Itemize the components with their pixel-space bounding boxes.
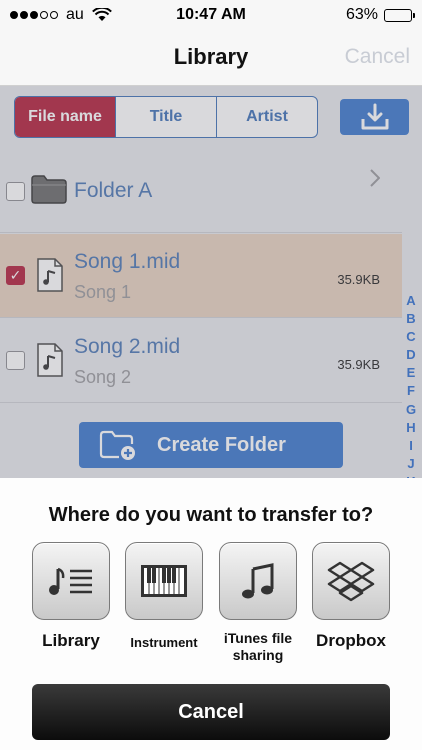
song-filename: Song 1.mid <box>74 250 181 273</box>
index-letter-j[interactable]: J <box>407 455 414 473</box>
song-filename: Song 2.mid <box>74 335 181 358</box>
library-music-icon <box>49 567 92 595</box>
signal-strength-icon <box>10 11 58 19</box>
list-item-folder[interactable]: Folder A <box>0 149 402 233</box>
row-checkbox[interactable] <box>6 182 25 201</box>
segment-file-name[interactable]: File name <box>15 97 115 137</box>
piano-keyboard-icon <box>141 565 187 597</box>
file-size: 35.9KB <box>337 357 380 372</box>
option-label: Dropbox <box>316 631 386 650</box>
wifi-icon <box>91 6 112 22</box>
index-letter-c[interactable]: C <box>406 328 415 346</box>
chevron-right-icon <box>370 169 380 187</box>
option-instrument[interactable]: Instrument <box>125 542 203 651</box>
dropbox-icon <box>327 561 375 602</box>
sheet-title: Where do you want to transfer to? <box>48 504 374 526</box>
download-tray-icon <box>361 103 388 130</box>
music-file-icon <box>37 343 63 377</box>
option-label: iTunes file sharing <box>223 630 293 663</box>
section-index[interactable]: ABCDEFGHIJKLMNO <box>404 292 418 478</box>
sheet-cancel-button[interactable]: Cancel <box>32 684 390 740</box>
library-button[interactable] <box>32 542 110 620</box>
segment-artist[interactable]: Artist <box>216 97 317 137</box>
carrier-name: au <box>66 6 84 23</box>
dropbox-button[interactable] <box>312 542 390 620</box>
folder-add-icon <box>99 430 135 460</box>
transfer-action-sheet: Where do you want to transfer to? Librar… <box>0 478 422 750</box>
index-letter-i[interactable]: I <box>409 437 413 455</box>
instrument-button[interactable] <box>125 542 203 620</box>
index-letter-h[interactable]: H <box>406 419 415 437</box>
file-size: 35.9KB <box>337 272 380 287</box>
battery-icon <box>384 8 415 22</box>
music-file-icon <box>37 258 63 292</box>
create-folder-button[interactable]: Create Folder <box>79 422 343 468</box>
folder-name: Folder A <box>74 179 153 202</box>
index-letter-b[interactable]: B <box>406 310 415 328</box>
option-label: Library <box>42 631 100 650</box>
option-library[interactable]: Library <box>32 542 110 649</box>
option-label: Instrument <box>130 635 198 650</box>
itunes-button[interactable] <box>219 542 297 620</box>
index-letter-f[interactable]: F <box>407 382 415 400</box>
index-letter-g[interactable]: G <box>406 401 416 419</box>
index-letter-e[interactable]: E <box>407 364 416 382</box>
sort-segmented-control: File name Title Artist <box>14 96 318 138</box>
row-checkbox-checked[interactable]: ✓ <box>6 266 25 285</box>
list-item-song-2[interactable]: Song 2.mid Song 2 35.9KB <box>0 319 402 403</box>
nav-cancel-button[interactable]: Cancel <box>345 45 410 69</box>
folder-icon <box>31 175 67 204</box>
song-title: Song 1 <box>74 282 132 302</box>
music-note-icon <box>242 563 274 599</box>
row-checkbox[interactable] <box>6 351 25 370</box>
index-letter-d[interactable]: D <box>406 346 415 364</box>
song-title: Song 2 <box>74 367 132 387</box>
list-item-song-1[interactable]: ✓ Song 1.mid Song 1 35.9KB <box>0 234 402 318</box>
index-letter-a[interactable]: A <box>406 292 415 310</box>
import-button[interactable] <box>340 99 409 135</box>
option-itunes-file-sharing[interactable]: iTunes file sharing <box>219 542 297 664</box>
segment-title[interactable]: Title <box>115 97 216 137</box>
status-bar: au 10:47 AM 63% <box>0 0 422 30</box>
create-folder-label: Create Folder <box>157 433 286 456</box>
navigation-bar: Library Cancel <box>0 30 422 86</box>
battery-percentage: 63% <box>345 6 378 23</box>
library-content: File name Title Artist Folder A ✓ Song 1… <box>0 86 422 478</box>
option-dropbox[interactable]: Dropbox <box>312 542 390 649</box>
